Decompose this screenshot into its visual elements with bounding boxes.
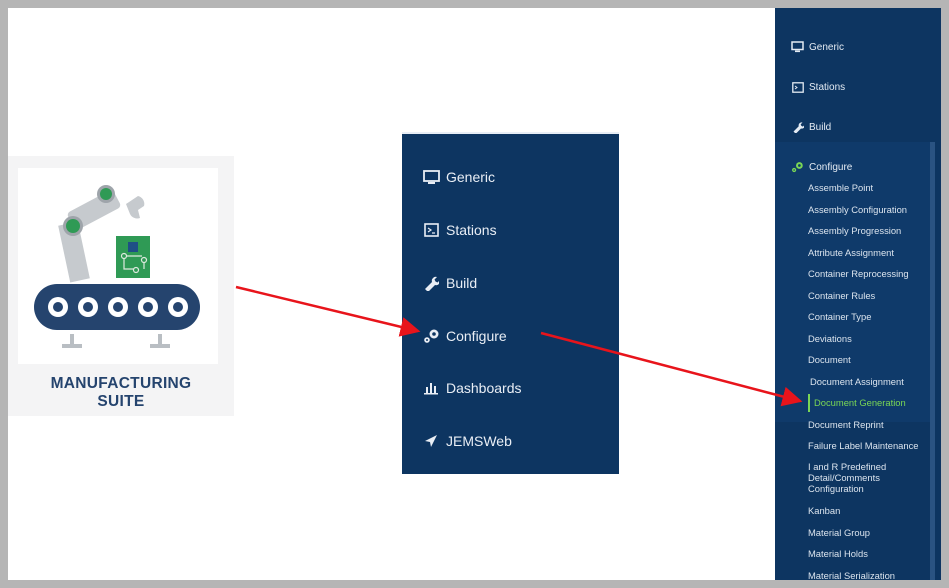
- send-arrow-icon: [422, 432, 440, 450]
- submenu-item-material-group[interactable]: Material Group: [808, 527, 930, 538]
- nav-item-stations-label: Stations: [446, 222, 497, 238]
- submenu-item-material-serialization[interactable]: Material Serialization: [808, 570, 930, 580]
- bar-chart-icon: [422, 379, 440, 397]
- nav-item-configure[interactable]: Configure: [422, 325, 507, 347]
- screenshot-canvas: MANUFACTURING SUITE Generic Stations Bui…: [8, 8, 941, 580]
- submenu-item-document[interactable]: Document: [808, 354, 930, 365]
- submenu-item-material-holds[interactable]: Material Holds: [808, 548, 930, 559]
- submenu-item-assemble-point[interactable]: Assemble Point: [808, 182, 930, 193]
- submenu-item-assembly-progression[interactable]: Assembly Progression: [808, 225, 930, 236]
- nav-item-jemsweb-label: JEMSWeb: [446, 433, 512, 449]
- gears-icon: [422, 327, 440, 345]
- submenu-item-assembly-configuration[interactable]: Assembly Configuration: [808, 204, 930, 215]
- submenu-item-deviations[interactable]: Deviations: [808, 333, 930, 344]
- expanded-sidebar: Generic Stations Build Configure Assembl…: [775, 8, 941, 580]
- sidebar-item-configure[interactable]: Configure: [791, 158, 852, 176]
- submenu-item-document-generation[interactable]: Document Generation: [814, 397, 936, 408]
- submenu-item-container-type[interactable]: Container Type: [808, 311, 930, 322]
- robot-arm-conveyor-icon: [34, 185, 200, 348]
- manufacturing-suite-tile[interactable]: MANUFACTURING SUITE: [8, 156, 234, 416]
- sidebar-item-generic[interactable]: Generic: [791, 38, 844, 56]
- nav-item-dashboards-label: Dashboards: [446, 380, 522, 396]
- submenu-item-container-reprocessing[interactable]: Container Reprocessing: [808, 268, 930, 279]
- sidebar-item-stations[interactable]: Stations: [791, 78, 845, 96]
- submenu-item-kanban[interactable]: Kanban: [808, 505, 930, 516]
- nav-item-build[interactable]: Build: [422, 272, 477, 294]
- sidebar-item-generic-label: Generic: [809, 41, 845, 53]
- stations-icon: [422, 221, 440, 239]
- nav-item-jemsweb[interactable]: JEMSWeb: [422, 430, 512, 452]
- sidebar-item-build-label: Build: [809, 121, 832, 133]
- main-nav-menu: Generic Stations Build Configure Dashboa…: [402, 132, 619, 474]
- suite-title-line1: MANUFACTURING: [50, 375, 192, 392]
- submenu-item-i-and-r-predefined[interactable]: I and R Predefined Detail/Comments Confi…: [808, 461, 898, 494]
- gears-icon: [791, 161, 804, 174]
- monitor-icon: [791, 41, 804, 54]
- monitor-icon: [422, 168, 440, 186]
- submenu-item-document-assignment[interactable]: Document Assignment: [810, 376, 932, 387]
- sidebar-scrollbar[interactable]: [930, 142, 935, 580]
- nav-item-build-label: Build: [446, 275, 478, 291]
- sidebar-item-build[interactable]: Build: [791, 118, 831, 136]
- nav-item-generic[interactable]: Generic: [422, 166, 495, 188]
- sidebar-item-stations-label: Stations: [809, 81, 846, 93]
- wrench-icon: [422, 274, 440, 292]
- nav-item-dashboards[interactable]: Dashboards: [422, 377, 522, 399]
- submenu-item-failure-label-maintenance[interactable]: Failure Label Maintenance: [808, 440, 930, 451]
- submenu-item-attribute-assignment[interactable]: Attribute Assignment: [808, 247, 930, 258]
- suite-title: MANUFACTURING SUITE: [8, 375, 234, 411]
- sidebar-item-configure-label: Configure: [809, 161, 853, 173]
- stations-icon: [791, 81, 804, 94]
- wrench-icon: [791, 121, 804, 134]
- suite-title-line2: SUITE: [97, 393, 145, 410]
- nav-item-configure-label: Configure: [446, 328, 507, 344]
- submenu-item-document-reprint[interactable]: Document Reprint: [808, 419, 930, 430]
- nav-item-stations[interactable]: Stations: [422, 219, 497, 241]
- nav-item-generic-label: Generic: [446, 169, 496, 185]
- active-item-indicator: [808, 394, 810, 412]
- submenu-item-container-rules[interactable]: Container Rules: [808, 290, 930, 301]
- manufacturing-logo: [18, 168, 218, 364]
